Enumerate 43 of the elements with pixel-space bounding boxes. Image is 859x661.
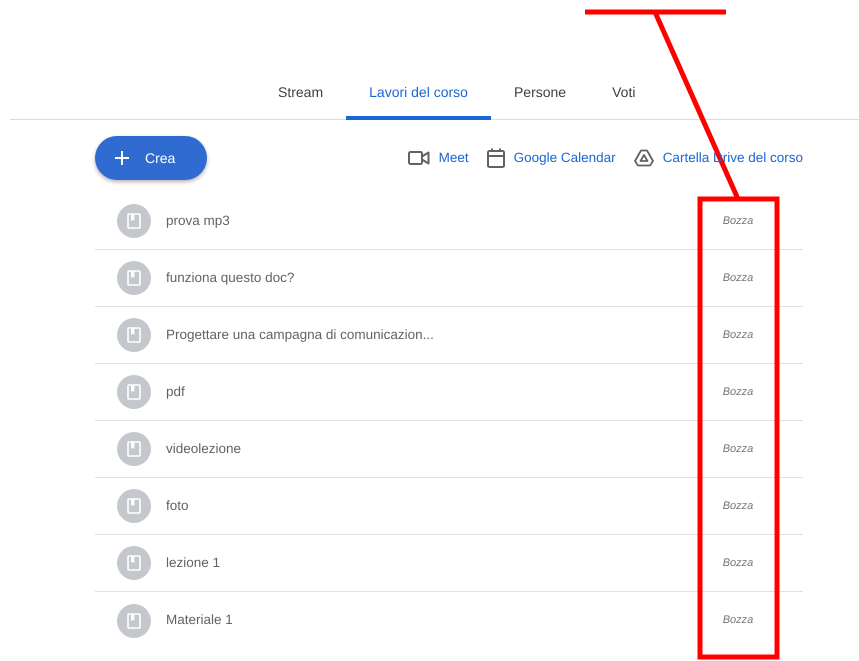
status-label: Bozza xyxy=(722,498,754,514)
bookmark-icon xyxy=(117,375,151,409)
status-label: Bozza xyxy=(722,328,754,343)
plus-icon xyxy=(115,151,129,165)
status-label: Bozza xyxy=(722,214,754,229)
material-row[interactable]: pdf Bozza xyxy=(95,364,803,421)
status-label: Bozza xyxy=(722,384,754,400)
material-row[interactable]: lezione 1 Bozza xyxy=(95,535,803,592)
material-title: videolezione xyxy=(166,440,242,458)
tab[interactable]: Voti xyxy=(589,68,658,120)
create-button[interactable]: Crea xyxy=(95,136,207,180)
material-title: Materiale 1 xyxy=(166,611,233,630)
toolbar-link[interactable]: Google Calendar xyxy=(486,148,616,168)
status-label: Bozza xyxy=(722,556,754,571)
bookmark-icon xyxy=(117,261,151,295)
bookmark-icon xyxy=(117,604,151,638)
material-row[interactable]: Materiale 1 Bozza xyxy=(95,592,803,649)
bookmark-icon xyxy=(117,546,151,580)
material-row[interactable]: funziona questo doc? Bozza xyxy=(95,250,803,307)
video-camera-icon xyxy=(408,150,430,166)
tab[interactable]: Persone xyxy=(490,68,590,120)
tab[interactable]: Lavori del corso xyxy=(346,68,491,120)
tab[interactable]: Stream xyxy=(255,68,346,120)
material-row[interactable]: videolezione Bozza xyxy=(95,421,803,478)
material-title: foto xyxy=(166,496,189,515)
bookmark-icon xyxy=(117,432,151,466)
material-title: prova mp3 xyxy=(166,212,230,230)
calendar-icon xyxy=(486,148,505,168)
material-title: funziona questo doc? xyxy=(166,268,294,287)
material-row[interactable]: Progettare una campagna di comunicazion... Bozza xyxy=(95,307,803,364)
bookmark-icon xyxy=(117,318,151,352)
material-title: Progettare una campagna di comunicazion... xyxy=(166,326,434,344)
material-title: pdf xyxy=(166,382,185,401)
bookmark-icon xyxy=(117,489,151,523)
status-label: Bozza xyxy=(722,442,754,457)
status-label: Bozza xyxy=(722,613,754,628)
drive-triangle-icon xyxy=(634,149,654,167)
toolbar-link[interactable]: Meet xyxy=(408,148,469,168)
status-label: Bozza xyxy=(722,270,754,286)
material-title: lezione 1 xyxy=(166,554,220,572)
bookmark-icon xyxy=(117,204,151,238)
material-row[interactable]: foto Bozza xyxy=(95,478,803,535)
material-row[interactable]: prova mp3 Bozza xyxy=(95,193,803,250)
